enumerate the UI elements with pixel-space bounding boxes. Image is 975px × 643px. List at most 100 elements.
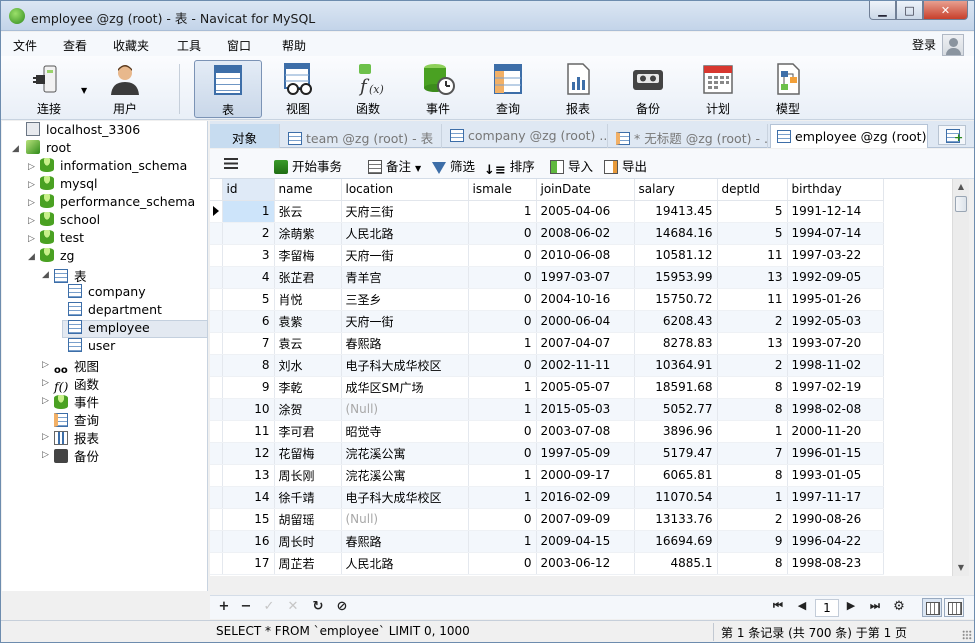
previous-page-button[interactable]: ◀	[794, 599, 810, 612]
grid-view-button[interactable]	[922, 598, 942, 617]
expand-functions-icon[interactable]: ▷	[42, 378, 49, 388]
menu-icon[interactable]	[224, 158, 238, 169]
cell-id[interactable]: 4	[222, 266, 275, 289]
cell-salary[interactable]: 15750.72	[634, 288, 718, 311]
cell-birthday[interactable]: 1993-07-20	[787, 332, 884, 355]
cell-birthday[interactable]: 1997-11-17	[787, 486, 884, 509]
cell-id[interactable]: 16	[222, 530, 275, 553]
menu-tools[interactable]: 工具	[177, 37, 201, 54]
page-number-input[interactable]: 1	[815, 599, 839, 617]
cell-joindate[interactable]: 2015-05-03	[536, 398, 635, 421]
cell-deptid[interactable]: 2	[717, 310, 788, 333]
cell-deptid[interactable]: 13	[717, 266, 788, 289]
table-row[interactable]: 15 胡留瑶 (Null) 0 2007-09-09 13133.76 2 1990-08-2…	[210, 508, 884, 531]
column-header-joindate[interactable]: joinDate	[536, 179, 635, 201]
table-row[interactable]: 16 周长时 春熙路 1 2009-04-15 16694.69 9 1996-04-22	[210, 530, 884, 553]
cell-joindate[interactable]: 2007-09-09	[536, 508, 635, 531]
resize-grip-icon[interactable]	[962, 630, 972, 640]
cell-name[interactable]: 花留梅	[274, 442, 342, 465]
scroll-thumb[interactable]	[955, 196, 967, 212]
tree-folder-events[interactable]: 事件	[54, 392, 99, 410]
cell-id[interactable]: 17	[222, 552, 275, 575]
expand-backups-icon[interactable]: ▷	[42, 450, 49, 460]
cell-id[interactable]: 3	[222, 244, 275, 267]
table-row[interactable]: 13 周长刚 浣花溪公寓 1 2000-09-17 6065.81 8 1993-01-05	[210, 464, 884, 487]
expand-views-icon[interactable]: ▷	[42, 360, 49, 370]
cell-salary[interactable]: 13133.76	[634, 508, 718, 531]
cell-joindate[interactable]: 2010-06-08	[536, 244, 635, 267]
expand-root-icon[interactable]: ◢	[12, 144, 19, 154]
menu-view[interactable]: 查看	[63, 37, 87, 54]
cell-joindate[interactable]: 2004-10-16	[536, 288, 635, 311]
table-row[interactable]: 14 徐千靖 电子科大成华校区 1 2016-02-09 11070.54 1 1997-11…	[210, 486, 884, 509]
table-row[interactable]: 1 张云 天府三街 1 2005-04-06 19413.45 5 1991-12-14	[210, 200, 884, 223]
expand-db-icon[interactable]: ▷	[28, 234, 35, 244]
table-row[interactable]: 10 涂贺 (Null) 1 2015-05-03 5052.77 8 1998-02-08	[210, 398, 884, 421]
cell-salary[interactable]: 8278.83	[634, 332, 718, 355]
cell-birthday[interactable]: 1997-03-22	[787, 244, 884, 267]
cell-id[interactable]: 7	[222, 332, 275, 355]
tree-db-information-schema[interactable]: information_schema	[40, 158, 187, 176]
table-row[interactable]: 8 刘水 电子科大成华校区 0 2002-11-11 10364.91 2 1998-11-0…	[210, 354, 884, 377]
cell-salary[interactable]: 15953.99	[634, 266, 718, 289]
cell-name[interactable]: 李可君	[274, 420, 342, 443]
tree-folder-reports[interactable]: 报表	[54, 428, 99, 446]
row-indicator[interactable]	[210, 354, 223, 377]
row-indicator[interactable]	[210, 486, 223, 509]
column-header-deptid[interactable]: deptId	[717, 179, 788, 201]
cell-ismale[interactable]: 0	[468, 354, 537, 377]
cell-id[interactable]: 2	[222, 222, 275, 245]
connect-button[interactable]: 连接	[15, 60, 83, 118]
collapse-tables-icon[interactable]: ◢	[42, 270, 49, 280]
cell-name[interactable]: 袁云	[274, 332, 342, 355]
filter-button[interactable]: 筛选	[432, 156, 475, 175]
cell-salary[interactable]: 16694.69	[634, 530, 718, 553]
cell-birthday[interactable]: 1992-05-03	[787, 310, 884, 333]
cell-birthday[interactable]: 1998-02-08	[787, 398, 884, 421]
cell-id[interactable]: 6	[222, 310, 275, 333]
cell-name[interactable]: 周长刚	[274, 464, 342, 487]
cell-joindate[interactable]: 2007-04-07	[536, 332, 635, 355]
cell-deptid[interactable]: 2	[717, 508, 788, 531]
expand-reports-icon[interactable]: ▷	[42, 432, 49, 442]
expand-db-icon[interactable]: ▷	[28, 216, 35, 226]
cell-joindate[interactable]: 2002-11-11	[536, 354, 635, 377]
row-indicator[interactable]	[210, 398, 223, 421]
cell-joindate[interactable]: 2016-02-09	[536, 486, 635, 509]
login-avatar-icon[interactable]	[942, 34, 964, 56]
row-indicator[interactable]	[210, 288, 223, 311]
cell-birthday[interactable]: 2000-11-20	[787, 420, 884, 443]
cell-deptid[interactable]: 5	[717, 200, 788, 223]
tab-objects[interactable]: 对象	[210, 124, 280, 148]
cell-location[interactable]: 青羊宫	[341, 266, 469, 289]
cell-ismale[interactable]: 0	[468, 222, 537, 245]
backup-button[interactable]: 备份	[614, 60, 682, 118]
tab-untitled[interactable]: * 无标题 @zg (root) - ...	[610, 124, 768, 148]
cell-ismale[interactable]: 0	[468, 420, 537, 443]
cell-joindate[interactable]: 1997-03-07	[536, 266, 635, 289]
add-record-button[interactable]: +	[216, 599, 232, 614]
cell-ismale[interactable]: 1	[468, 486, 537, 509]
next-page-button[interactable]: ▶	[843, 599, 859, 612]
cell-id[interactable]: 5	[222, 288, 275, 311]
cell-deptid[interactable]: 1	[717, 486, 788, 509]
close-button[interactable]: ✕	[923, 1, 968, 20]
delete-record-button[interactable]: −	[238, 599, 254, 614]
cell-salary[interactable]: 10581.12	[634, 244, 718, 267]
report-button[interactable]: 报表	[544, 60, 612, 118]
cell-deptid[interactable]: 11	[717, 288, 788, 311]
cell-name[interactable]: 李乾	[274, 376, 342, 399]
cell-location[interactable]: 天府一街	[341, 244, 469, 267]
column-header-ismale[interactable]: ismale	[468, 179, 537, 201]
tree-db-mysql[interactable]: mysql	[40, 176, 98, 194]
table-row[interactable]: 12 花留梅 浣花溪公寓 0 1997-05-09 5179.47 7 1996-01-15	[210, 442, 884, 465]
cell-location[interactable]: 人民北路	[341, 222, 469, 245]
cell-location[interactable]: 天府一街	[341, 310, 469, 333]
cell-ismale[interactable]: 0	[468, 508, 537, 531]
tree-folder-tables[interactable]: 表	[54, 266, 87, 284]
cell-deptid[interactable]: 8	[717, 464, 788, 487]
cell-salary[interactable]: 14684.16	[634, 222, 718, 245]
cell-birthday[interactable]: 1990-08-26	[787, 508, 884, 531]
tree-folder-backups[interactable]: 备份	[54, 446, 99, 464]
cell-name[interactable]: 刘水	[274, 354, 342, 377]
